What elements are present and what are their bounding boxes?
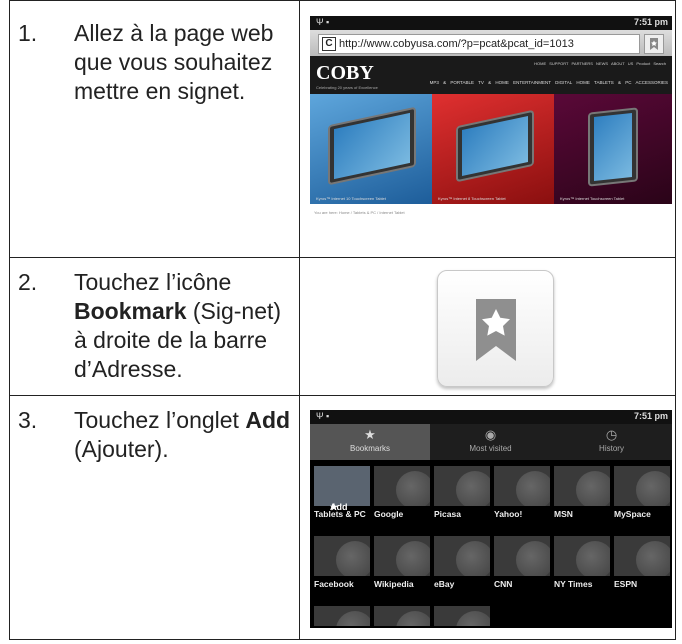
- usb-icon: Ψ ▪: [316, 17, 330, 27]
- step-text: Allez à la page web que vous souhaitez m…: [74, 20, 274, 104]
- bookmark-tile[interactable]: eBay: [434, 536, 490, 592]
- bookmark-tile[interactable]: CNN: [494, 536, 550, 592]
- step-text-part: Touchez l’icône: [74, 269, 232, 295]
- coby-favicon-icon: C: [322, 37, 336, 51]
- bookmark-label: Google: [374, 509, 404, 519]
- column-divider: [299, 1, 300, 639]
- globe-icon: [614, 466, 670, 506]
- bookmark-tile[interactable]: [314, 606, 370, 626]
- bookmark-label: Picasa: [434, 509, 461, 519]
- tab-label: Most visited: [469, 444, 512, 453]
- tab-label: Bookmarks: [349, 444, 390, 453]
- status-time: 7:51 pm: [633, 17, 668, 27]
- main-nav[interactable]: MP3 & PORTABLE TV & HOME ENTERTAINMENT D…: [430, 80, 668, 85]
- url-field[interactable]: Chttp://www.cobyusa.com/?p=pcat&pcat_id=…: [318, 34, 640, 54]
- step-number: 3.: [18, 407, 38, 433]
- status-time: 7:51 pm: [633, 411, 668, 421]
- step-text-part: (Ajouter).: [74, 436, 169, 462]
- step-keyword: Bookmark: [74, 298, 187, 324]
- bookmark-label: Yahoo!: [494, 509, 523, 519]
- panel-caption: Kyros™ Internet 10 Touchscreen Tablet: [316, 196, 386, 201]
- bookmark-label: ESPN: [614, 579, 638, 589]
- site-header: COBY Celebrating 20 years of Excellence …: [310, 56, 672, 94]
- globe-icon: [374, 466, 430, 506]
- status-bar: Ψ ▪ 7:51 pm: [310, 410, 672, 424]
- step-text: Touchez l’icône Bookmark (Sig-net) à dro…: [74, 268, 292, 384]
- globe-icon: [554, 536, 610, 576]
- globe-icon: [374, 536, 430, 576]
- tab-bookmarks[interactable]: ★ Bookmarks: [310, 424, 430, 460]
- bookmark-icon[interactable]: [644, 34, 664, 54]
- bookmark-tile[interactable]: Picasa: [434, 466, 490, 522]
- top-nav[interactable]: HOME SUPPORT PARTNERS NEWS ABOUT US Prod…: [534, 61, 666, 66]
- bookmark-tile[interactable]: MSN: [554, 466, 610, 522]
- tagline: Celebrating 20 years of Excellence: [316, 85, 378, 90]
- bookmark-grid: ★ Add Tablets & PC Google Picasa Yahoo! …: [310, 464, 672, 628]
- tab-history[interactable]: ◷ History: [551, 424, 672, 460]
- banner-panel[interactable]: Kyros™ Internet 8 Touchscreen Tablet: [432, 94, 554, 204]
- step-number: 2.: [18, 269, 38, 295]
- row-divider: [10, 395, 675, 396]
- add-thumbnail: ★ Add: [314, 466, 370, 512]
- bookmark-tile[interactable]: ESPN: [614, 536, 670, 592]
- panel-caption: Kyros™ Internet Touchscreen Tablet: [560, 196, 625, 201]
- globe-icon: [434, 466, 490, 506]
- bookmark-tile[interactable]: Wikipedia: [374, 536, 430, 592]
- bookmark-label: Wikipedia: [374, 579, 414, 589]
- globe-icon: [434, 606, 490, 626]
- usb-icon: Ψ ▪: [316, 411, 330, 421]
- bookmark-label: CNN: [494, 579, 513, 589]
- bookmark-label: Tablets & PC: [314, 509, 366, 519]
- banner-panel[interactable]: Kyros™ Internet Touchscreen Tablet: [554, 94, 672, 204]
- bookmarks-screenshot: Ψ ▪ 7:51 pm ★ Bookmarks ◉ Most visited ◷…: [310, 410, 672, 628]
- bookmark-tile[interactable]: [434, 606, 490, 626]
- row-divider: [10, 257, 675, 258]
- globe-icon: [614, 536, 670, 576]
- globe-icon: [314, 606, 370, 626]
- eye-icon: ◉: [484, 427, 497, 442]
- product-banner: Kyros™ Internet 10 Touchscreen Tablet Ky…: [310, 94, 672, 204]
- status-bar: Ψ ▪ 7:51 pm: [310, 16, 672, 30]
- bookmark-add-tile[interactable]: ★ Add Tablets & PC: [314, 466, 370, 522]
- web-page: COBY Celebrating 20 years of Excellence …: [310, 56, 672, 246]
- url-text: http://www.cobyusa.com/?p=pcat&pcat_id=1…: [339, 38, 574, 50]
- globe-icon: [554, 466, 610, 506]
- bookmark-label: MSN: [554, 509, 573, 519]
- globe-icon: [374, 606, 430, 626]
- panel-caption: Kyros™ Internet 8 Touchscreen Tablet: [438, 196, 506, 201]
- bookmark-tile[interactable]: [374, 606, 430, 626]
- globe-icon: [494, 466, 550, 506]
- coby-logo: COBY: [316, 62, 374, 84]
- globe-icon: [314, 536, 370, 576]
- bookmark-button-icon: [437, 270, 554, 387]
- bookmark-star-icon: ★: [364, 427, 376, 442]
- bookmark-label: eBay: [434, 579, 455, 589]
- breadcrumb: You are here: Home / Tablets & PC / Inte…: [314, 210, 405, 215]
- bookmark-tile[interactable]: Google: [374, 466, 430, 522]
- bookmark-tile[interactable]: MySpace: [614, 466, 670, 522]
- bookmark-label: Facebook: [314, 579, 354, 589]
- bookmark-label: NY Times: [554, 579, 593, 589]
- bookmark-tile[interactable]: Yahoo!: [494, 466, 550, 522]
- bookmark-label: MySpace: [614, 509, 651, 519]
- bookmark-tile[interactable]: Facebook: [314, 536, 370, 592]
- bookmark-tile[interactable]: NY Times: [554, 536, 610, 592]
- address-bar: Chttp://www.cobyusa.com/?p=pcat&pcat_id=…: [310, 30, 672, 56]
- tablet-image: [328, 106, 416, 186]
- tab-most-visited[interactable]: ◉ Most visited: [430, 424, 551, 460]
- globe-icon: [434, 536, 490, 576]
- step-text-part: Touchez l’onglet: [74, 407, 246, 433]
- step-keyword: Add: [245, 407, 291, 433]
- tab-label: History: [599, 444, 624, 453]
- globe-icon: [494, 536, 550, 576]
- banner-panel[interactable]: Kyros™ Internet 10 Touchscreen Tablet: [310, 94, 432, 204]
- step-text: Touchez l’onglet Add (Ajouter).: [74, 406, 292, 464]
- clock-icon: ◷: [605, 427, 618, 442]
- browser-screenshot: Ψ ▪ 7:51 pm Chttp://www.cobyusa.com/?p=p…: [310, 16, 672, 246]
- bookmark-tabs: ★ Bookmarks ◉ Most visited ◷ History: [310, 424, 672, 460]
- step-number: 1.: [18, 20, 38, 46]
- tablet-image: [456, 109, 534, 183]
- tablet-image: [588, 107, 638, 187]
